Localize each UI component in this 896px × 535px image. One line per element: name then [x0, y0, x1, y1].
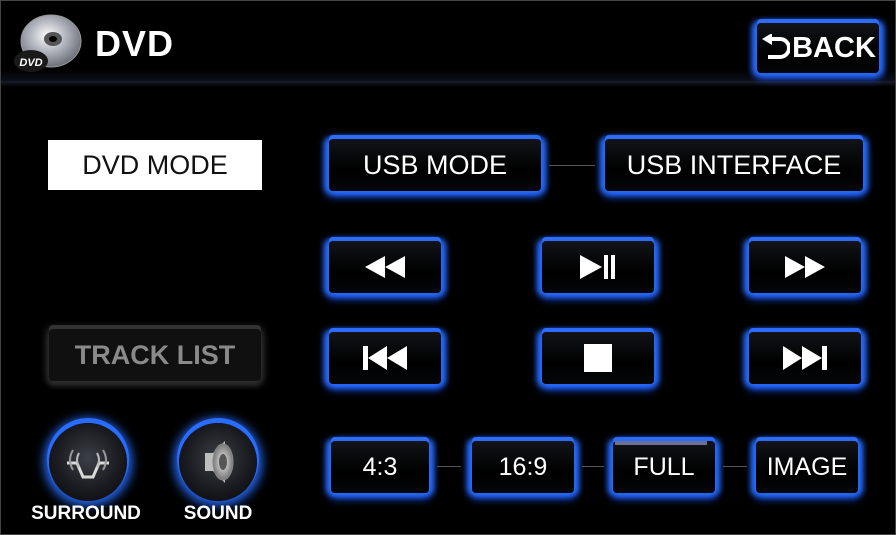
- connector-line: [723, 466, 747, 467]
- return-arrow-icon: [762, 34, 791, 59]
- connector-line: [549, 165, 595, 166]
- rewind-button[interactable]: [329, 241, 441, 293]
- track-list-button[interactable]: TRACK LIST: [49, 329, 261, 381]
- disc-icon-text: DVD: [19, 57, 42, 69]
- usb-mode-button[interactable]: USB MODE: [329, 139, 541, 191]
- connector-line: [437, 466, 461, 467]
- speaker-icon: [205, 441, 234, 483]
- dvd-mode-indicator: DVD MODE: [48, 140, 262, 190]
- ratio-4-3-button[interactable]: 4:3: [331, 441, 429, 493]
- skip-next-icon: [783, 346, 827, 370]
- back-label: BACK: [792, 31, 876, 64]
- skip-next-button[interactable]: [749, 332, 861, 384]
- play-pause-icon: [580, 255, 615, 279]
- play-pause-button[interactable]: [542, 241, 654, 293]
- connector-line: [582, 466, 604, 467]
- selected-indicator: [615, 441, 707, 445]
- ratio-16-9-button[interactable]: 16:9: [472, 441, 574, 493]
- skip-previous-icon: [363, 346, 407, 370]
- stop-icon: [584, 344, 612, 372]
- sound-button[interactable]: [179, 423, 257, 501]
- dvd-disc-icon: DVD: [13, 13, 85, 75]
- stop-button[interactable]: [542, 332, 654, 384]
- surround-button[interactable]: [49, 423, 127, 501]
- skip-previous-button[interactable]: [329, 332, 441, 384]
- page-title: DVD: [95, 23, 175, 64]
- header-divider: [1, 81, 895, 87]
- image-button[interactable]: IMAGE: [756, 441, 858, 493]
- surround-icon: [67, 449, 109, 479]
- dvd-screen: DVD DVD BACK DVD MODE USB MODE USB INTER…: [0, 0, 896, 535]
- sound-label: SOUND: [183, 503, 253, 524]
- usb-interface-button[interactable]: USB INTERFACE: [605, 139, 863, 191]
- rewind-icon: [365, 256, 405, 278]
- surround-label: SURROUND: [31, 503, 141, 524]
- full-button[interactable]: FULL: [613, 441, 715, 493]
- fast-forward-icon: [785, 256, 825, 278]
- fast-forward-button[interactable]: [749, 241, 861, 293]
- back-button[interactable]: BACK: [757, 23, 879, 73]
